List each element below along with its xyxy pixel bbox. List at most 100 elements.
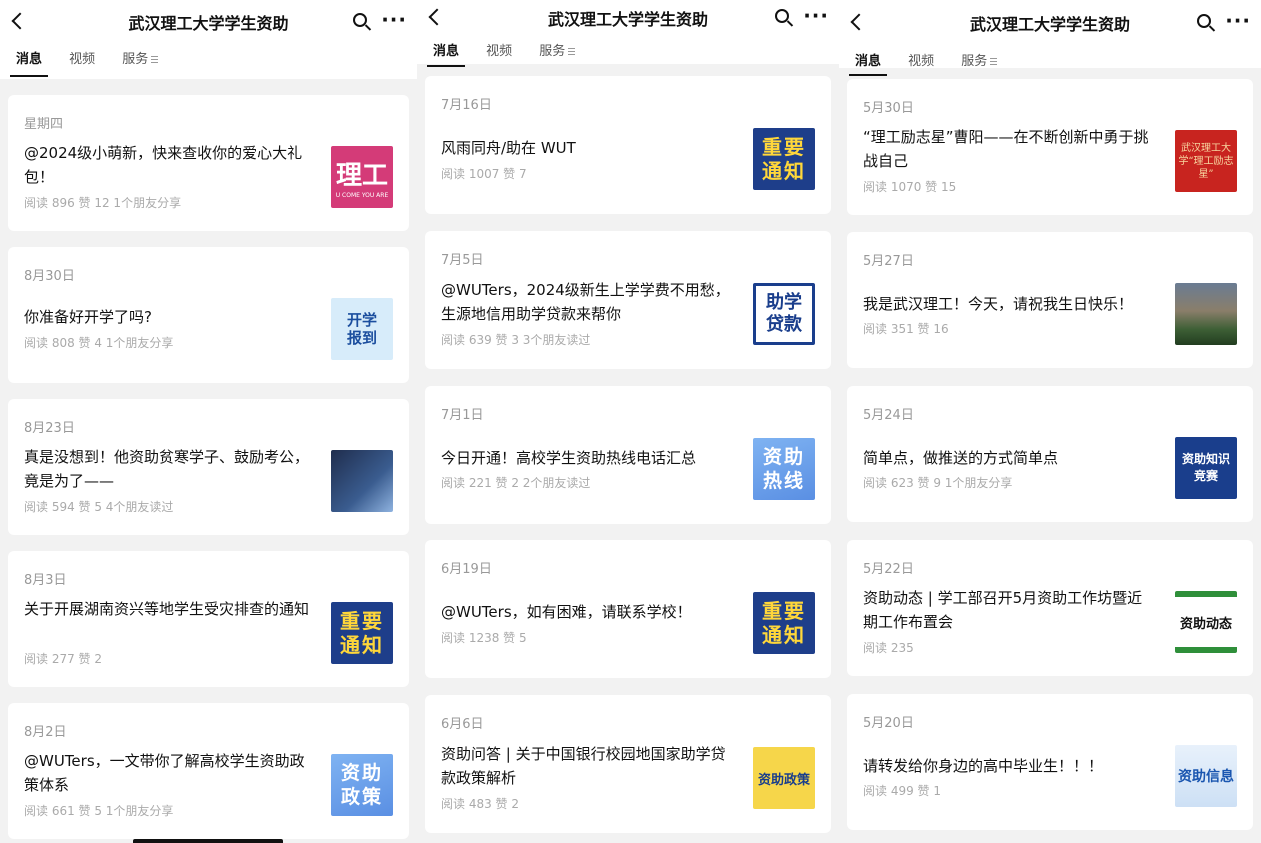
- header: 武汉理工大学学生资助 ··· 消息 视频 服务: [0, 0, 417, 79]
- article-thumbnail: 重要通知: [331, 602, 393, 664]
- tab-services[interactable]: 服务: [537, 36, 577, 59]
- article-date: 7月5日: [441, 253, 484, 268]
- tab-videos[interactable]: 视频: [484, 36, 514, 59]
- tab-bar: 消息 视频 服务: [0, 44, 417, 78]
- home-indicator: [133, 839, 283, 843]
- more-icon[interactable]: ···: [381, 8, 407, 32]
- title-bar: 武汉理工大学学生资助 ···: [0, 0, 417, 44]
- article-date: 8月3日: [24, 573, 67, 588]
- article-title: 今日开通！高校学生资助热线电话汇总: [441, 449, 697, 467]
- article-meta: 阅读 351 赞 16: [863, 322, 949, 336]
- article-date: 5月30日: [863, 101, 914, 116]
- thumbnail-text: 资助政策: [340, 762, 383, 808]
- article-thumbnail: 重要通知: [753, 128, 815, 190]
- more-icon[interactable]: ···: [803, 4, 829, 28]
- article-thumbnail: 资助动态: [1175, 591, 1237, 653]
- article-card[interactable]: 5月27日 我是武汉理工！今天，请祝我生日快乐！ 阅读 351 赞 16: [847, 232, 1253, 368]
- article-meta: 阅读 808 赞 4 1个朋友分享: [24, 336, 174, 350]
- article-date: 5月24日: [863, 408, 914, 423]
- article-card[interactable]: 5月22日 资助动态 | 学工部召开5月资助工作坊暨近期工作布置会 阅读 235…: [847, 540, 1253, 676]
- tab-services[interactable]: 服务: [959, 46, 999, 69]
- article-card[interactable]: 5月30日 “理工励志星”曹阳——在不断创新中勇于挑战自己 阅读 1070 赞 …: [847, 79, 1253, 215]
- article-date: 6月6日: [441, 717, 484, 732]
- article-card[interactable]: 5月20日 请转发给你身边的高中毕业生！！！ 阅读 499 赞 1 资助信息: [847, 694, 1253, 830]
- article-card[interactable]: 5月24日 简单点，做推送的方式简单点 阅读 623 赞 9 1个朋友分享 资助…: [847, 386, 1253, 522]
- panel-middle: 武汉理工大学学生资助 ··· 消息 视频 服务 7月16日 风雨同舟/助在 WU…: [417, 0, 839, 843]
- tab-services-label: 服务: [539, 44, 566, 59]
- article-meta: 阅读 1070 赞 15: [863, 180, 957, 194]
- tab-videos[interactable]: 视频: [906, 46, 936, 69]
- article-title: 你准备好开学了吗?: [24, 308, 152, 326]
- tab-messages[interactable]: 消息: [848, 46, 888, 76]
- search-icon[interactable]: [353, 13, 367, 27]
- article-date: 7月16日: [441, 98, 492, 113]
- tab-services-label: 服务: [122, 52, 149, 67]
- article-meta: 阅读 1238 赞 5: [441, 631, 527, 645]
- campus-photo-thumbnail: [1175, 283, 1237, 345]
- more-icon[interactable]: ···: [1225, 9, 1251, 33]
- article-thumbnail: 资助政策: [331, 754, 393, 816]
- article-card[interactable]: 8月3日 关于开展湖南资兴等地学生受灾排查的通知 阅读 277 赞 2 重要通知: [8, 551, 409, 687]
- tab-services-label: 服务: [961, 54, 988, 69]
- article-meta: 阅读 277 赞 2: [24, 652, 102, 666]
- thumbnail-text: 重要通知: [340, 609, 384, 657]
- thumbnail-text: 重要通知: [762, 135, 806, 183]
- article-meta: 阅读 639 赞 3 3个朋友读过: [441, 333, 591, 347]
- article-title: 真是没想到！他资助贫寒学子、鼓励考公，竟是为了——: [24, 448, 310, 490]
- panel-left: 武汉理工大学学生资助 ··· 消息 视频 服务 星期四 @2024级小萌新，快来…: [0, 0, 417, 843]
- tab-bar: 消息 视频 服务: [417, 36, 839, 67]
- article-thumbnail: 助学贷款: [753, 283, 815, 345]
- tab-videos[interactable]: 视频: [67, 44, 97, 67]
- article-date: 8月2日: [24, 725, 67, 740]
- article-date: 5月20日: [863, 716, 914, 731]
- tab-services[interactable]: 服务: [120, 44, 160, 67]
- article-thumbnail: 武汉理工大学“理工励志星”: [1175, 130, 1237, 192]
- article-card[interactable]: 6月6日 资助问答 | 关于中国银行校园地国家助学贷款政策解析 阅读 483 赞…: [425, 695, 831, 833]
- article-thumbnail: 资助政策: [753, 747, 815, 809]
- article-date: 星期四: [24, 117, 64, 132]
- article-thumbnail: 理工 U COME YOU ARE: [331, 146, 393, 208]
- article-thumbnail: 资助信息: [1175, 745, 1237, 807]
- thumbnail-text: 资助热线: [762, 446, 805, 492]
- article-meta: 阅读 623 赞 9 1个朋友分享: [863, 476, 1013, 490]
- article-card[interactable]: 6月19日 @WUTers，如有困难，请联系学校！ 阅读 1238 赞 5 重要…: [425, 540, 831, 678]
- thumbnail-text: 重要通知: [762, 599, 806, 647]
- article-date: 5月22日: [863, 562, 914, 577]
- article-title: 简单点，做推送的方式简单点: [863, 449, 1059, 467]
- thumbnail-text: 武汉理工大学“理工励志星”: [1178, 142, 1234, 180]
- article-meta: 阅读 1007 赞 7: [441, 167, 527, 181]
- header: 武汉理工大学学生资助 ··· 消息 视频 服务: [417, 0, 839, 67]
- article-date: 7月1日: [441, 408, 484, 423]
- menu-icon: [568, 48, 576, 55]
- article-title: @WUTers，2024级新生上学学费不用愁，生源地信用助学贷款来帮你: [441, 281, 730, 323]
- article-title: 资助动态 | 学工部召开5月资助工作坊暨近期工作布置会: [863, 589, 1143, 631]
- article-meta: 阅读 483 赞 2: [441, 797, 519, 811]
- article-card[interactable]: 8月23日 真是没想到！他资助贫寒学子、鼓励考公，竟是为了—— 阅读 594 赞…: [8, 399, 409, 535]
- thumbnail-text: 资助知识竞赛: [1181, 452, 1230, 483]
- header: 武汉理工大学学生资助 ··· 消息 视频 服务: [839, 0, 1261, 76]
- article-meta: 阅读 896 赞 12 1个朋友分享: [24, 196, 182, 210]
- tab-messages[interactable]: 消息: [426, 36, 466, 67]
- search-icon[interactable]: [1197, 14, 1211, 28]
- article-title: 请转发给你身边的高中毕业生！！！: [863, 757, 1104, 775]
- article-meta: 阅读 499 赞 1: [863, 784, 941, 798]
- article-date: 8月23日: [24, 421, 75, 436]
- article-card[interactable]: 7月5日 @WUTers，2024级新生上学学费不用愁，生源地信用助学贷款来帮你…: [425, 231, 831, 369]
- search-icon[interactable]: [775, 9, 789, 23]
- article-card[interactable]: 7月16日 风雨同舟/助在 WUT 阅读 1007 赞 7 重要通知: [425, 76, 831, 214]
- title-bar: 武汉理工大学学生资助 ···: [417, 0, 839, 36]
- article-card[interactable]: 8月2日 @WUTers，一文带你了解高校学生资助政策体系 阅读 661 赞 5…: [8, 703, 409, 839]
- article-meta: 阅读 235: [863, 641, 914, 655]
- article-thumbnail: 资助知识竞赛: [1175, 437, 1237, 499]
- tab-messages[interactable]: 消息: [9, 44, 49, 77]
- article-card[interactable]: 星期四 @2024级小萌新，快来查收你的爱心大礼包！ 阅读 896 赞 12 1…: [8, 95, 409, 231]
- article-title: @2024级小萌新，快来查收你的爱心大礼包！: [24, 144, 303, 186]
- article-card[interactable]: 7月1日 今日开通！高校学生资助热线电话汇总 阅读 221 赞 2 2个朋友读过…: [425, 386, 831, 524]
- article-meta: 阅读 221 赞 2 2个朋友读过: [441, 476, 591, 490]
- article-date: 8月30日: [24, 269, 75, 284]
- article-card[interactable]: 8月30日 你准备好开学了吗? 阅读 808 赞 4 1个朋友分享 开学报到: [8, 247, 409, 383]
- keyboard-photo-thumbnail: [331, 450, 393, 512]
- thumbnail-subtext: U COME YOU ARE: [335, 192, 389, 199]
- article-date: 6月19日: [441, 562, 492, 577]
- thumbnail-text: 助学贷款: [766, 292, 802, 335]
